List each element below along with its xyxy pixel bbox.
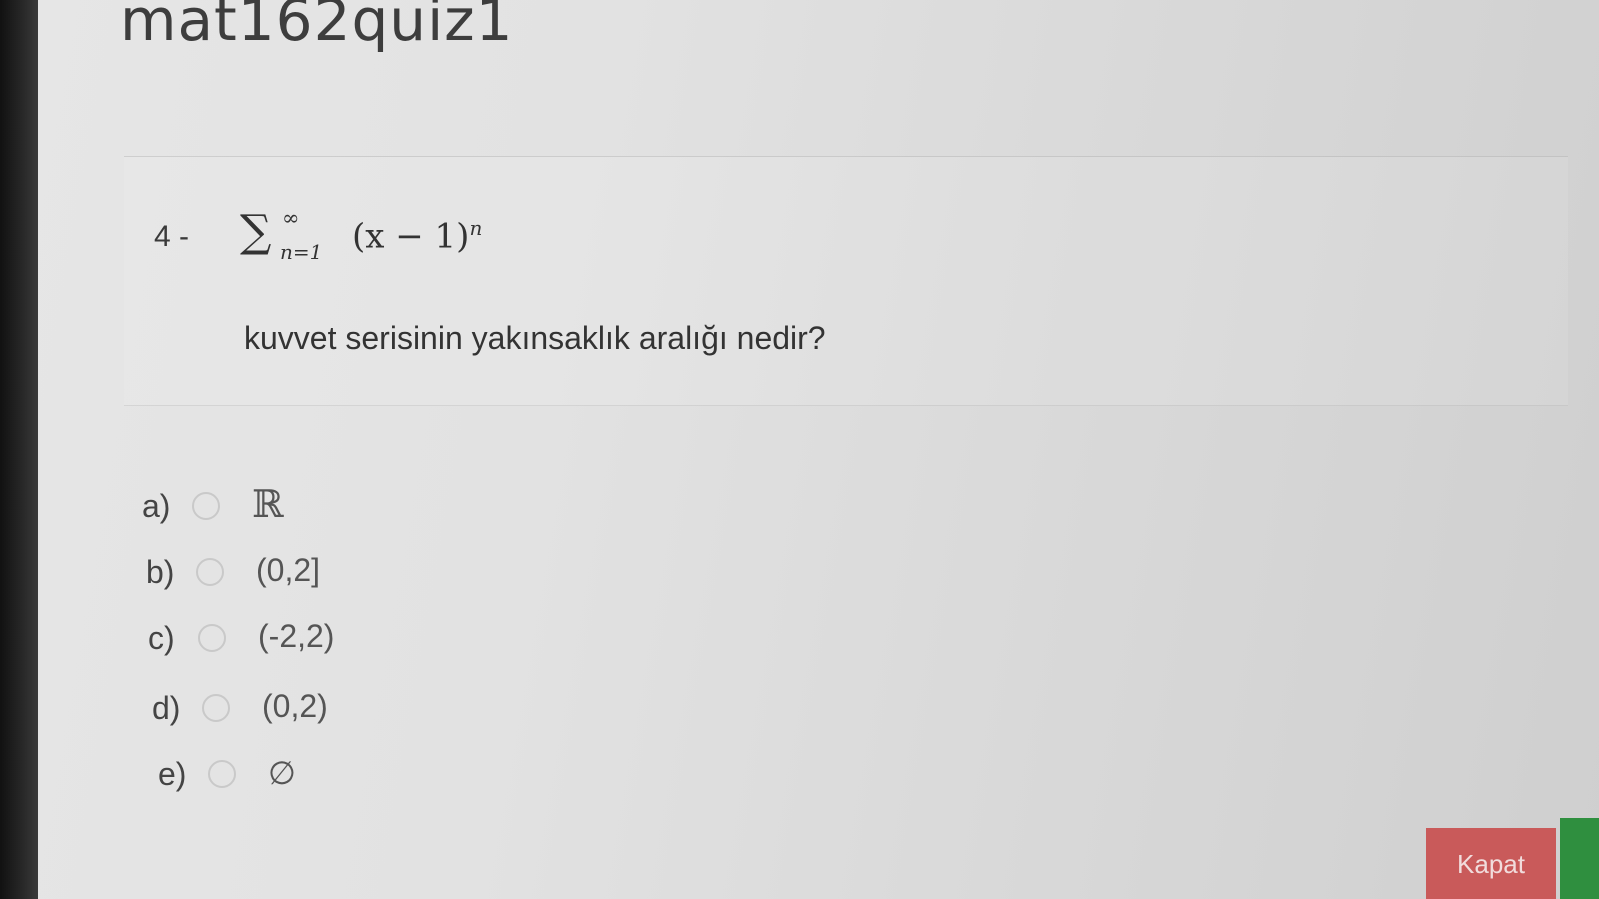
option-value: (-2,2) [258, 618, 335, 654]
option-radio[interactable] [208, 760, 236, 788]
option-letter: b) [146, 554, 175, 590]
question-text: kuvvet serisinin yakınsaklık aralığı ned… [244, 320, 826, 356]
option-radio[interactable] [202, 694, 230, 722]
option-radio[interactable] [196, 558, 224, 586]
option-b[interactable]: b) (0,2] [146, 546, 466, 598]
question-formula: ∑ ∞ n=1 (x − 1)n [240, 206, 540, 270]
close-button[interactable]: Kapat [1426, 828, 1556, 899]
formula-body-wrapper: (x − 1)n [352, 216, 482, 256]
option-letter: c) [148, 620, 175, 656]
option-letter: a) [142, 488, 171, 524]
confirm-button-edge[interactable] [1560, 818, 1599, 899]
sigma-symbol: ∑ [240, 206, 272, 257]
sum-upper-limit: ∞ [282, 206, 300, 230]
option-value: (0,2) [262, 688, 328, 724]
option-value: ∅ [268, 755, 296, 791]
option-value: (0,2] [256, 552, 321, 588]
option-a[interactable]: a) ℝ [142, 480, 462, 532]
option-e[interactable]: e) ∅ [158, 748, 478, 800]
option-radio[interactable] [198, 624, 226, 652]
option-value: ℝ [252, 482, 284, 526]
sum-lower-limit: n=1 [280, 240, 323, 264]
option-d[interactable]: d) (0,2) [152, 682, 472, 734]
option-letter: e) [158, 756, 187, 792]
option-c[interactable]: c) (-2,2) [148, 612, 468, 664]
option-letter: d) [152, 690, 181, 726]
screen-bezel [0, 0, 38, 899]
option-radio[interactable] [192, 492, 220, 520]
formula-exponent: n [469, 216, 483, 240]
formula-body: (x − 1) [352, 216, 470, 257]
question-number: 4 - [154, 220, 190, 253]
page-title: mat162quiz1 [120, 0, 514, 54]
question-panel [124, 156, 1568, 406]
